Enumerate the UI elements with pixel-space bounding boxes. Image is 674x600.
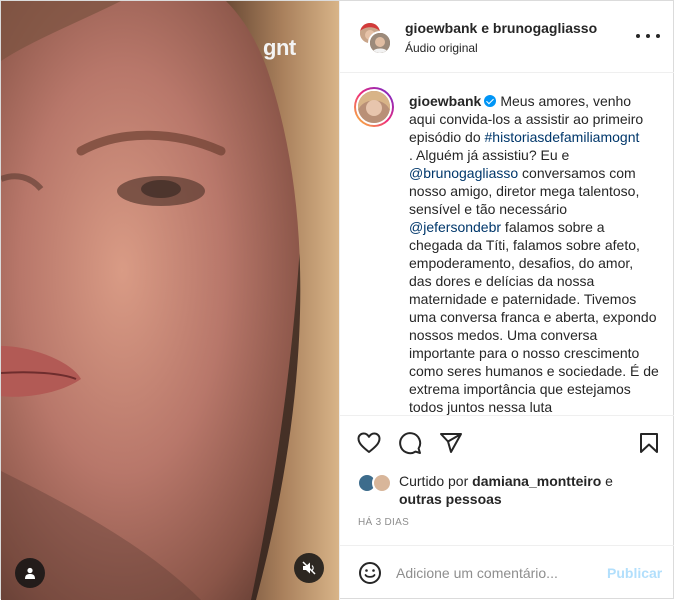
- save-button[interactable]: [637, 431, 661, 455]
- add-comment-bar: Publicar: [340, 545, 674, 600]
- more-horizontal-icon: [636, 34, 640, 38]
- post-timestamp[interactable]: HÁ 3 DIAS: [358, 517, 409, 528]
- comment-icon: [399, 432, 422, 455]
- liker-username[interactable]: damiana_montteiro: [472, 473, 601, 489]
- gnt-logo: gnt: [263, 35, 296, 60]
- post-actions: [340, 417, 674, 469]
- caption-text: falamos sobre a chegada da Títi, falamos…: [409, 219, 659, 415]
- comment-input[interactable]: [396, 562, 606, 584]
- smiley-icon: [359, 562, 381, 584]
- heart-icon: [357, 432, 381, 453]
- liker-avatars[interactable]: [357, 473, 397, 493]
- emoji-button[interactable]: [358, 561, 382, 585]
- avatar: [372, 473, 392, 493]
- mute-button[interactable]: [294, 553, 324, 583]
- post-details-panel: gioewbank e brunogagliasso Áudio origina…: [339, 1, 674, 600]
- avatar: [368, 31, 392, 55]
- share-button[interactable]: [439, 431, 463, 455]
- caption-text: . Alguém já assistiu? Eu e: [409, 147, 570, 163]
- mention-link[interactable]: @brunogagliasso: [409, 165, 518, 181]
- speaker-muted-icon: [302, 561, 316, 575]
- audio-label[interactable]: Áudio original: [405, 41, 478, 55]
- author-avatar[interactable]: [354, 87, 394, 127]
- post-authors[interactable]: gioewbank e brunogagliasso: [405, 20, 597, 36]
- liked-by-text: Curtido por damiana_montteiro e outras p…: [399, 473, 613, 507]
- instagram-post: gnt gioewbank e brunogagliasso Áudio ori…: [0, 0, 674, 600]
- mention-link[interactable]: @jefersondebr: [409, 219, 501, 235]
- post-header: gioewbank e brunogagliasso Áudio origina…: [340, 1, 674, 73]
- user-icon: [25, 567, 35, 579]
- post-video[interactable]: gnt: [1, 1, 339, 600]
- bookmark-icon: [640, 433, 658, 453]
- post-caption: gioewbank Meus amores, venho aqui convida…: [409, 92, 659, 415]
- tagged-users-button[interactable]: [15, 558, 45, 588]
- caption-section[interactable]: gioewbank Meus amores, venho aqui convida…: [340, 74, 674, 416]
- more-options-button[interactable]: [636, 29, 660, 43]
- likes-summary: Curtido por damiana_montteiro e outras p…: [340, 471, 674, 511]
- comment-button[interactable]: [398, 431, 422, 455]
- video-frame: [1, 1, 339, 600]
- collab-avatars[interactable]: [358, 21, 392, 55]
- other-likers-link[interactable]: outras pessoas: [399, 491, 502, 507]
- caption-username[interactable]: gioewbank: [409, 93, 481, 109]
- hashtag-link[interactable]: #historiasdefamiliamognt: [485, 129, 640, 145]
- paper-plane-icon: [440, 433, 462, 453]
- publish-button[interactable]: Publicar: [607, 565, 662, 581]
- like-button[interactable]: [357, 431, 381, 455]
- verified-badge-icon: [484, 95, 497, 107]
